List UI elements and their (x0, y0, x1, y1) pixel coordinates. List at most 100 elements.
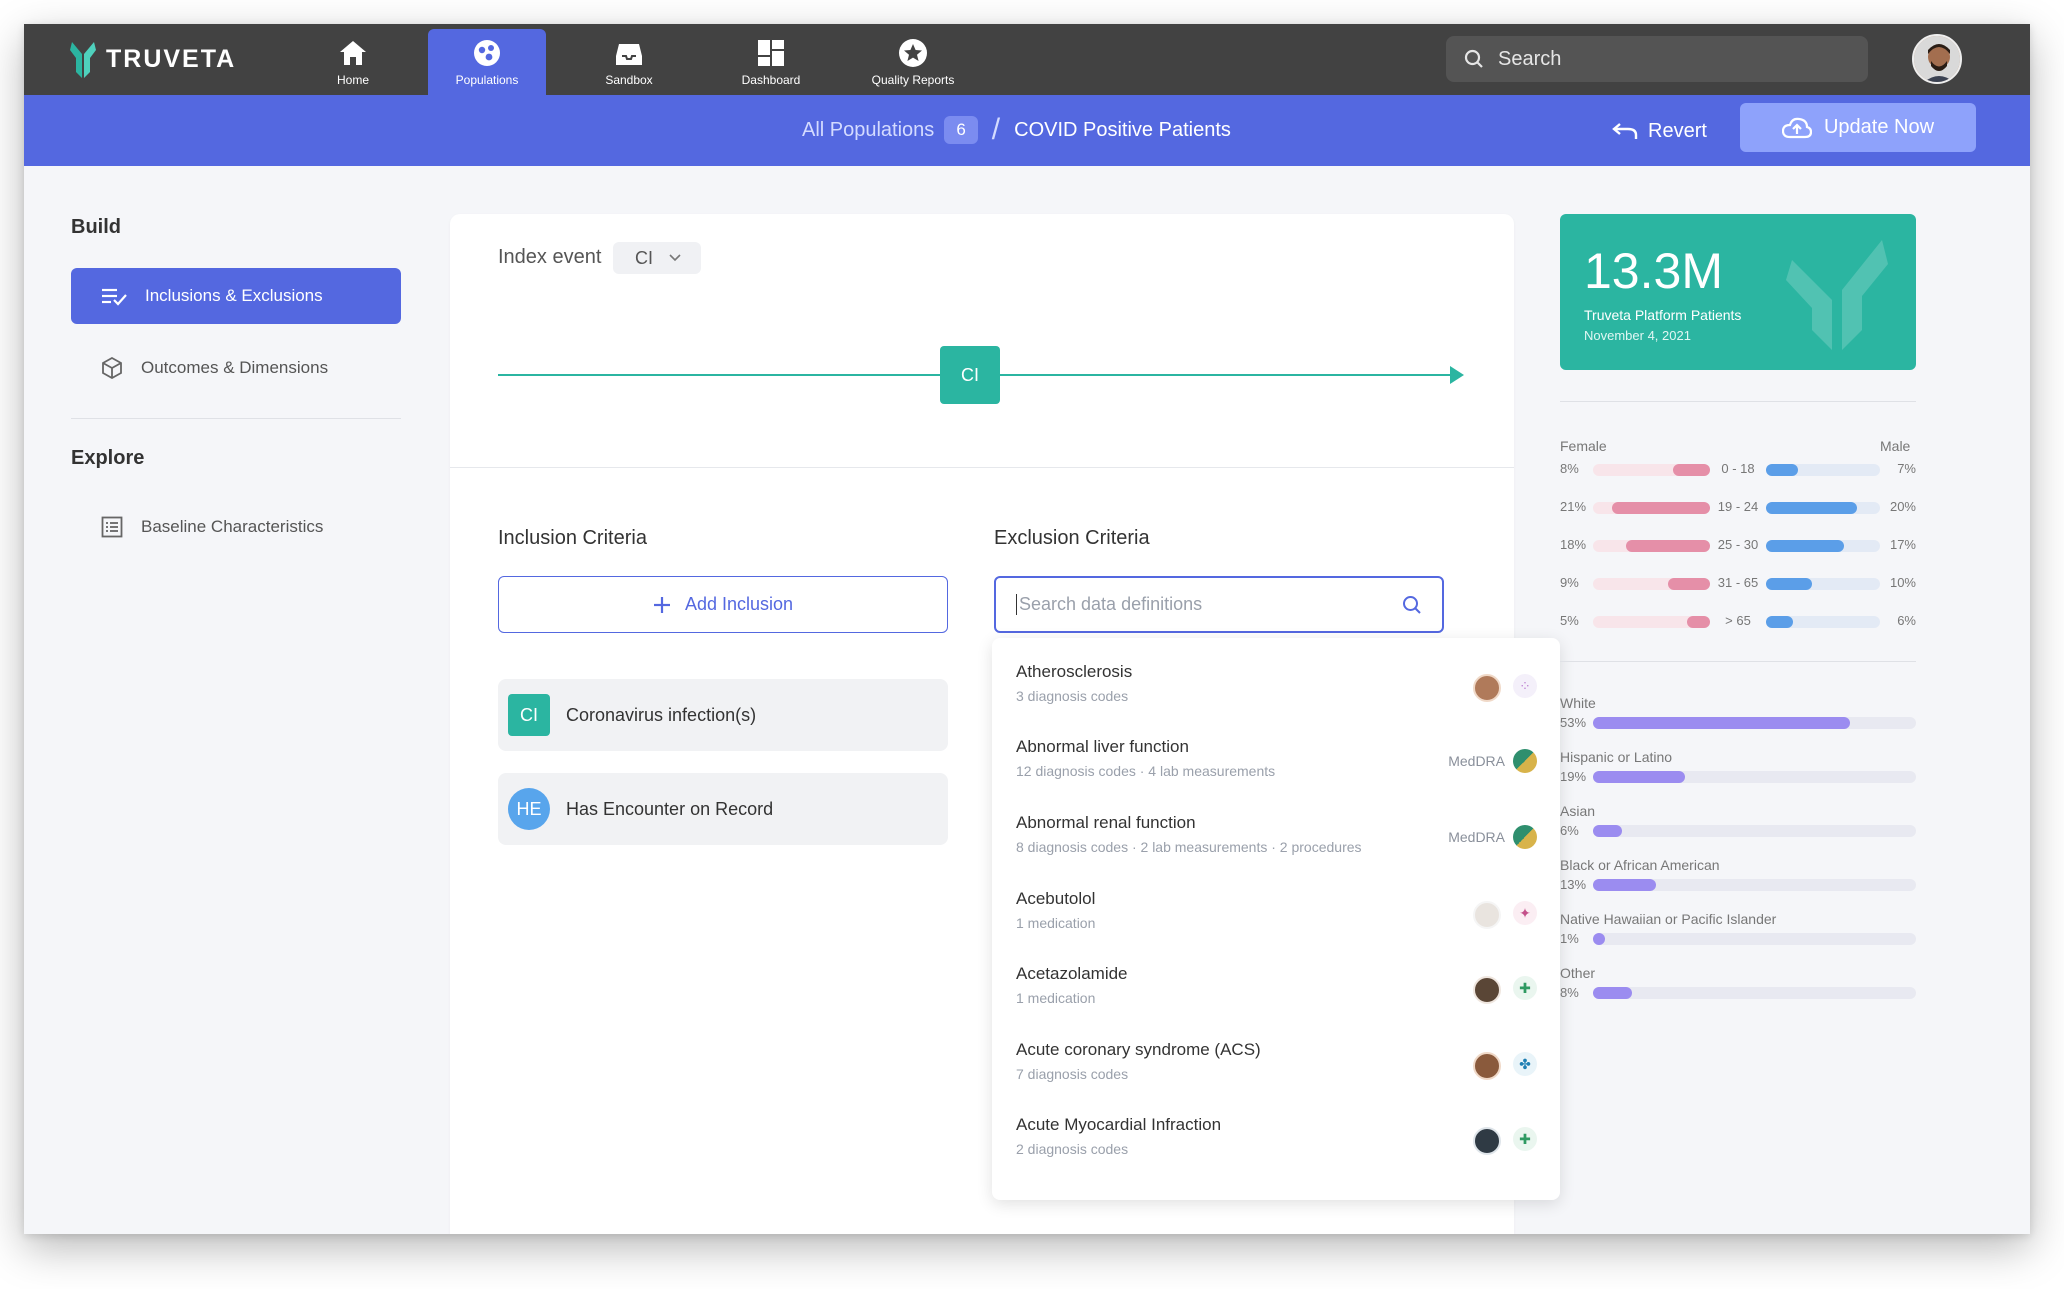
index-event-select[interactable]: CI (613, 242, 701, 274)
suggestion-item[interactable]: Acute coronary syndrome (ACS) 7 diagnosi… (1016, 1034, 1541, 1094)
nav-dashboard[interactable]: Dashboard (712, 29, 830, 95)
author-avatar (1473, 901, 1501, 929)
index-event-value: CI (635, 247, 653, 268)
ethnicity-name: Native Hawaiian or Pacific Islander (1560, 911, 1777, 927)
timeline-index-node[interactable]: CI (940, 346, 1000, 404)
ethnicity-bar (1593, 879, 1656, 891)
chevron-down-icon (669, 254, 681, 262)
globe-icon (1513, 825, 1537, 849)
suggestion-item[interactable]: Acetazolamide 1 medication ✚ (1016, 958, 1541, 1018)
explore-heading: Explore (71, 447, 145, 469)
inclusion-criterion-card[interactable]: HE Has Encounter on Record (498, 773, 948, 845)
age-range-label: 31 - 65 (1717, 575, 1759, 590)
female-percent: 8% (1560, 461, 1579, 476)
truveta-logo[interactable]: TRUVETA (70, 38, 236, 80)
suggestion-source: MedDRA (1448, 753, 1505, 769)
add-inclusion-button[interactable]: Add Inclusion (498, 576, 948, 633)
platform-patients-card: 13.3M Truveta Platform Patients November… (1560, 214, 1916, 370)
user-avatar-image (1914, 36, 1960, 82)
truveta-logo-icon (70, 42, 96, 78)
nav-populations[interactable]: Populations (428, 29, 546, 95)
truveta-watermark-icon (1786, 240, 1888, 350)
global-search[interactable] (1446, 36, 1868, 82)
female-bar-track (1593, 540, 1710, 552)
nav-quality-reports[interactable]: Quality Reports (854, 29, 972, 95)
suggestion-item[interactable]: Abnormal liver function 12 diagnosis cod… (1016, 731, 1541, 791)
criterion-label: Coronavirus infection(s) (566, 704, 757, 725)
ethnicity-bar-track (1593, 933, 1916, 945)
nav-home[interactable]: Home (294, 29, 412, 95)
revert-button[interactable]: Revert (1612, 111, 1707, 151)
suggestion-subtitle: 2 diagnosis codes (1016, 1141, 1129, 1157)
nav-sandbox-label: Sandbox (605, 72, 653, 87)
ethnicity-bar (1593, 987, 1632, 999)
plus-icon (653, 596, 670, 613)
global-search-input[interactable] (1498, 47, 1838, 71)
suggestion-title: Acebutolol (1016, 889, 1096, 908)
female-header: Female (1560, 438, 1607, 454)
ethnicity-percent: 13% (1560, 877, 1587, 892)
author-avatar (1473, 674, 1501, 702)
nav-dashboard-label: Dashboard (741, 72, 801, 87)
ethnicity-row: Asian 6% (1560, 803, 1916, 843)
nav-populations-label: Populations (455, 72, 519, 87)
data-definition-suggestions: Atherosclerosis 3 diagnosis codes ⁘ Abno… (992, 638, 1560, 1200)
suggestion-item[interactable]: Acebutolol 1 medication ✦ (1016, 883, 1541, 943)
male-percent: 20% (1889, 499, 1916, 514)
ethnicity-percent: 6% (1560, 823, 1579, 838)
suggestion-item[interactable]: Abnormal renal function 8 diagnosis code… (1016, 807, 1541, 867)
suggestion-subtitle: 12 diagnosis codes · 4 lab measurements (1016, 763, 1276, 779)
sandbox-icon (616, 43, 642, 65)
ethnicity-percent: 1% (1560, 931, 1579, 946)
cross-icon: ✚ (1513, 976, 1537, 1000)
exclusion-search-input[interactable] (1016, 594, 1402, 615)
sidebar-item-inclusions-exclusions[interactable]: Inclusions & Exclusions (71, 268, 401, 324)
suggestion-item[interactable]: Atherosclerosis 3 diagnosis codes ⁘ (1016, 656, 1541, 716)
age-row: 21% 19 - 24 20% (1560, 497, 1916, 517)
breadcrumb-all-populations[interactable]: All Populations (802, 119, 934, 142)
inclusion-criterion-card[interactable]: CI Coronavirus infection(s) (498, 679, 948, 751)
user-avatar[interactable] (1912, 34, 1962, 84)
male-bar (1766, 616, 1793, 628)
sidebar-item-label: Baseline Characteristics (141, 517, 324, 536)
revert-label: Revert (1648, 119, 1707, 142)
stats-divider (1560, 401, 1916, 402)
suggestion-item[interactable]: Acute Myocardial Infraction 2 diagnosis … (1016, 1109, 1541, 1169)
male-bar (1766, 502, 1857, 514)
breadcrumb-separator: / (991, 113, 1001, 146)
male-percent: 17% (1889, 537, 1916, 552)
criterion-badge: HE (508, 788, 550, 830)
nav-sandbox[interactable]: Sandbox (570, 29, 688, 95)
update-now-button[interactable]: Update Now (1740, 103, 1976, 152)
ethnicity-name: Asian (1560, 803, 1596, 819)
add-inclusion-label: Add Inclusion (684, 594, 794, 614)
female-percent: 5% (1560, 613, 1579, 628)
age-range-label: 25 - 30 (1717, 537, 1759, 552)
stats-date: November 4, 2021 (1584, 328, 1691, 343)
ethnicity-row: Hispanic or Latino 19% (1560, 749, 1916, 789)
male-header: Male (1880, 438, 1911, 454)
ethnicity-percent: 19% (1560, 769, 1587, 784)
age-range-label: 19 - 24 (1717, 499, 1759, 514)
nav-quality-reports-label: Quality Reports (871, 72, 955, 87)
sidebar-item-outcomes-dimensions[interactable]: Outcomes & Dimensions (71, 340, 401, 396)
suggestion-subtitle: 3 diagnosis codes (1016, 688, 1129, 704)
male-bar-track (1766, 616, 1880, 628)
female-percent: 9% (1560, 575, 1579, 590)
suggestion-subtitle: 1 medication (1016, 915, 1096, 931)
female-bar (1673, 464, 1710, 476)
author-avatar (1473, 976, 1501, 1004)
exclusion-search-box[interactable] (994, 576, 1444, 633)
search-icon[interactable] (1402, 595, 1422, 615)
suggestion-subtitle: 8 diagnosis codes · 2 lab measurements ·… (1016, 839, 1362, 855)
female-bar-track (1593, 464, 1710, 476)
male-bar (1766, 578, 1812, 590)
ethnicity-name: White (1560, 695, 1596, 711)
ethnicity-bar (1593, 717, 1850, 729)
list-check-icon (102, 288, 127, 306)
cross-icon: ✚ (1513, 1127, 1537, 1151)
criterion-label: Has Encounter on Record (566, 798, 774, 819)
sidebar-item-baseline-characteristics[interactable]: Baseline Characteristics (71, 499, 401, 555)
male-bar (1766, 464, 1798, 476)
timeline-arrow-icon (1450, 366, 1464, 384)
